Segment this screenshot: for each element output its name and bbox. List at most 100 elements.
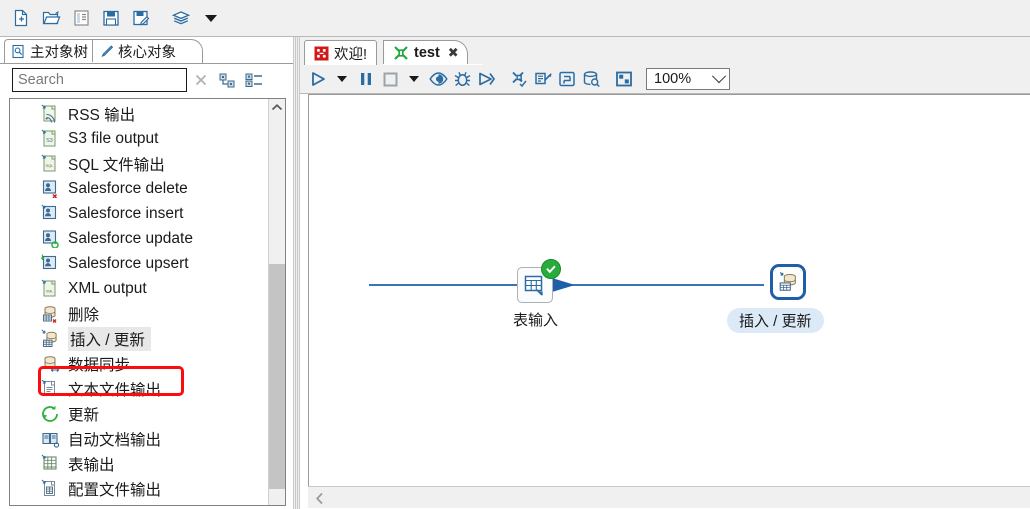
sql-box-icon bbox=[559, 71, 575, 87]
text-file-output-icon bbox=[40, 379, 60, 399]
scrollbar-thumb[interactable] bbox=[269, 264, 285, 489]
tree-item-label: Salesforce update bbox=[68, 229, 193, 247]
impact-analysis-button[interactable] bbox=[531, 67, 555, 91]
explorer-icon bbox=[73, 10, 89, 26]
svg-text:SQL: SQL bbox=[45, 163, 54, 168]
tree-item-label: Salesforce insert bbox=[68, 204, 184, 222]
delete-db-icon bbox=[40, 304, 60, 324]
panel-splitter[interactable] bbox=[293, 37, 300, 509]
new-file-button[interactable] bbox=[8, 5, 34, 31]
bug-icon bbox=[454, 71, 470, 87]
stop-button[interactable] bbox=[378, 67, 402, 91]
tree-item-list: RSS 输出 S3 S3 file output SQL SQL 文件输出 Sa… bbox=[10, 99, 268, 505]
tree-item[interactable]: Salesforce delete bbox=[10, 176, 268, 201]
canvas-horizontal-scrollbar[interactable] bbox=[308, 486, 1030, 508]
hop-connection[interactable] bbox=[309, 95, 1030, 486]
tree-item[interactable]: 更新 bbox=[10, 401, 268, 426]
node-icon-container[interactable] bbox=[517, 259, 561, 303]
editor-toolbar: 100% bbox=[300, 65, 1030, 94]
application-window: 主对象树 核心对象 Search RSS 输出 S3 S3 file outpu… bbox=[0, 0, 1030, 509]
chevron-up-icon bbox=[271, 103, 283, 111]
play-icon bbox=[312, 72, 325, 86]
node-label: 表输入 bbox=[513, 312, 559, 329]
tree-item[interactable]: Salesforce upsert bbox=[10, 251, 268, 276]
node-insert-update[interactable]: 插入 / 更新 bbox=[727, 264, 824, 333]
replay-button[interactable] bbox=[474, 67, 498, 91]
transformation-canvas[interactable]: 表输入 插入 / 更新 bbox=[308, 94, 1030, 486]
tree-item-label: 文本文件输出 bbox=[68, 381, 162, 399]
tab-welcome[interactable]: 欢迎! bbox=[304, 40, 378, 65]
zoom-level-value: 100% bbox=[654, 71, 692, 87]
tree-item-label: 数据同步 bbox=[68, 356, 131, 374]
save-as-button[interactable] bbox=[128, 5, 154, 31]
open-file-button[interactable] bbox=[38, 5, 64, 31]
arrow-right-icon bbox=[552, 278, 575, 292]
chevron-down-icon bbox=[711, 69, 727, 84]
tree-item[interactable]: 删除 bbox=[10, 301, 268, 326]
tree-item[interactable]: 数据同步 bbox=[10, 351, 268, 376]
stop-options-dropdown[interactable] bbox=[402, 67, 426, 91]
scroll-up-button[interactable] bbox=[269, 99, 285, 116]
inspect-data-button[interactable] bbox=[579, 67, 603, 91]
list-view-button[interactable] bbox=[241, 68, 267, 92]
s3-file-output-icon: S3 bbox=[40, 129, 60, 149]
play-outline-icon bbox=[478, 72, 495, 86]
align-button[interactable] bbox=[612, 67, 636, 91]
table-input-icon bbox=[524, 275, 543, 296]
caret-down-icon bbox=[409, 76, 419, 82]
preview-button[interactable] bbox=[426, 67, 450, 91]
node-table-input[interactable]: 表输入 bbox=[513, 259, 561, 329]
tree-item-label: 表输出 bbox=[68, 456, 115, 474]
save-button[interactable] bbox=[98, 5, 124, 31]
tree-item[interactable]: S3 S3 file output bbox=[10, 126, 268, 151]
node-icon-container[interactable] bbox=[770, 264, 806, 300]
rss-output-icon bbox=[40, 104, 60, 124]
close-x-icon bbox=[195, 74, 207, 86]
left-panel: 主对象树 核心对象 Search RSS 输出 S3 S3 file outpu… bbox=[0, 37, 293, 509]
tab-test[interactable]: test ✖ bbox=[383, 40, 468, 65]
tree-item[interactable]: Salesforce update bbox=[10, 226, 268, 251]
save-icon bbox=[103, 10, 119, 26]
scroll-left-button[interactable] bbox=[312, 490, 328, 506]
tree-item[interactable]: 自动文档输出 bbox=[10, 426, 268, 451]
tree-item-label: SQL 文件输出 bbox=[68, 156, 165, 174]
tree-item[interactable]: Salesforce insert bbox=[10, 201, 268, 226]
tree-item-label: 配置文件输出 bbox=[68, 481, 162, 499]
verify-button[interactable] bbox=[507, 67, 531, 91]
run-options-dropdown[interactable] bbox=[330, 67, 354, 91]
close-tab-button[interactable]: ✖ bbox=[448, 45, 459, 61]
tab-label: 欢迎! bbox=[334, 46, 368, 63]
tree-item-label: 更新 bbox=[68, 406, 100, 424]
db-search-icon bbox=[583, 71, 600, 88]
tree-item[interactable]: RSS 输出 bbox=[10, 101, 268, 126]
tree-item-label: 插入 / 更新 bbox=[68, 326, 151, 351]
tree-item[interactable]: 文本文件输出 bbox=[10, 376, 268, 401]
tree-item[interactable]: XML XML output bbox=[10, 276, 268, 301]
core-objects-tree[interactable]: RSS 输出 S3 S3 file output SQL SQL 文件输出 Sa… bbox=[9, 98, 286, 506]
search-input[interactable] bbox=[12, 68, 187, 92]
tree-item-label: 自动文档输出 bbox=[68, 431, 162, 449]
tree-vertical-scrollbar[interactable] bbox=[268, 99, 285, 505]
tree-item[interactable]: 插入 / 更新 bbox=[10, 326, 268, 351]
main-toolbar bbox=[0, 0, 1030, 37]
debug-button[interactable] bbox=[450, 67, 474, 91]
tree-item[interactable]: 配置文件输出 bbox=[10, 476, 268, 501]
perspective-dropdown-button[interactable] bbox=[198, 5, 224, 31]
perspective-button[interactable] bbox=[168, 5, 194, 31]
pause-button[interactable] bbox=[354, 67, 378, 91]
zoom-level-combobox[interactable]: 100% bbox=[646, 68, 730, 90]
run-button[interactable] bbox=[306, 67, 330, 91]
stop-icon bbox=[383, 72, 397, 86]
sql-button[interactable] bbox=[555, 67, 579, 91]
sql-file-output-icon: SQL bbox=[40, 154, 60, 174]
layers-icon bbox=[171, 11, 191, 25]
sync-db-icon bbox=[40, 354, 60, 374]
clear-search-button[interactable] bbox=[187, 68, 215, 92]
explorer-button[interactable] bbox=[68, 5, 94, 31]
tab-core-objects[interactable]: 核心对象 bbox=[92, 39, 203, 63]
tree-item[interactable]: 表输出 bbox=[10, 451, 268, 476]
tab-main-object-tree[interactable]: 主对象树 bbox=[4, 39, 97, 63]
collapse-all-button[interactable] bbox=[215, 68, 241, 92]
tree-item[interactable]: SQL SQL 文件输出 bbox=[10, 151, 268, 176]
left-panel-tabstrip: 主对象树 核心对象 bbox=[0, 37, 293, 64]
